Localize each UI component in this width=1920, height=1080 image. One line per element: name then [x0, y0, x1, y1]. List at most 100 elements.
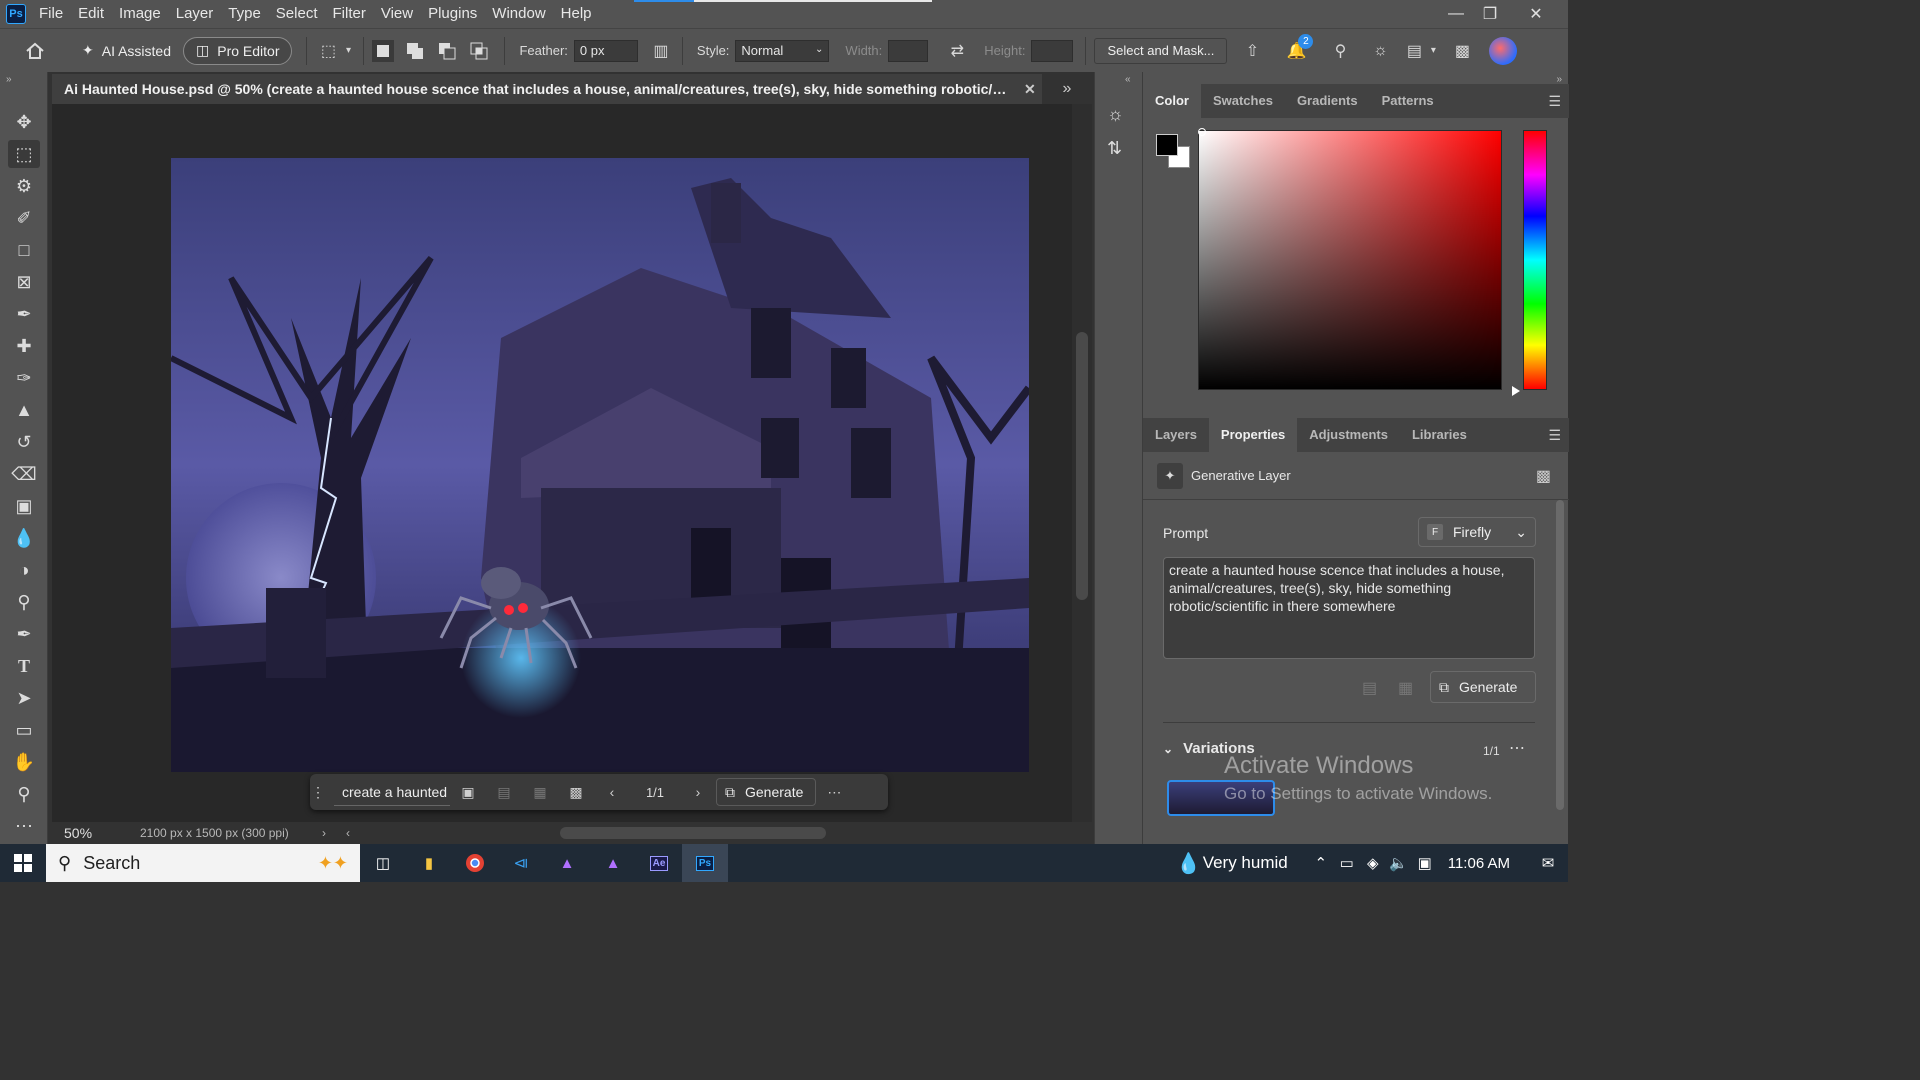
- menu-select[interactable]: Select: [269, 0, 326, 28]
- subtract-selection-icon[interactable]: [436, 40, 458, 62]
- height-input[interactable]: [1031, 39, 1074, 62]
- generate-image-icon[interactable]: ▩: [558, 774, 594, 810]
- firefly-icon[interactable]: ▣: [450, 774, 486, 810]
- app-icon-2[interactable]: ▲: [590, 844, 636, 882]
- crop-tool-icon[interactable]: □: [8, 236, 40, 264]
- foreground-color-swatch[interactable]: [1156, 134, 1178, 156]
- hand-tool-icon[interactable]: ✋: [8, 748, 40, 776]
- tab-properties[interactable]: Properties: [1208, 418, 1298, 452]
- file-explorer-icon[interactable]: ▮: [406, 844, 452, 882]
- menu-image[interactable]: Image: [112, 0, 169, 28]
- lightbulb-icon[interactable]: ☼: [1367, 38, 1393, 64]
- app-icon[interactable]: ▲: [544, 844, 590, 882]
- home-icon[interactable]: [20, 38, 50, 64]
- zoom-level[interactable]: 50%: [64, 825, 140, 841]
- chrome-icon[interactable]: [452, 844, 498, 882]
- vertical-scroll-thumb[interactable]: [1076, 332, 1088, 600]
- chevron-down-icon[interactable]: ▾: [1427, 38, 1439, 64]
- swap-icon[interactable]: ⇄: [944, 38, 970, 64]
- more-tools-icon[interactable]: ⋯: [8, 812, 40, 840]
- tab-libraries[interactable]: Libraries: [1400, 418, 1479, 452]
- prompt-input[interactable]: create a haunted: [334, 778, 450, 806]
- generate-button[interactable]: ⧉ Generate: [1430, 671, 1536, 703]
- style-effects-icon[interactable]: ▦: [522, 774, 558, 810]
- color-picker-marker[interactable]: [1198, 128, 1206, 136]
- close-window-button[interactable]: ✕: [1516, 0, 1556, 28]
- style-select[interactable]: Normal ⌄: [735, 39, 830, 62]
- eraser-tool-icon[interactable]: ⌫: [8, 460, 40, 488]
- generative-icon[interactable]: ▩: [1536, 466, 1551, 486]
- discover-icon[interactable]: ☼: [1107, 104, 1124, 125]
- menu-window[interactable]: Window: [485, 0, 553, 28]
- hue-marker[interactable]: [1512, 386, 1520, 396]
- menu-file[interactable]: File: [32, 0, 71, 28]
- share-icon[interactable]: ⇧: [1239, 38, 1265, 64]
- status-arrow-icon[interactable]: ›: [322, 826, 346, 840]
- type-tool-icon[interactable]: T: [8, 652, 40, 680]
- eyedropper-tool-icon[interactable]: ✒: [8, 300, 40, 328]
- taskbar-search[interactable]: ⚲ Search ✦✦: [46, 844, 360, 882]
- generate-button[interactable]: ⧉ Generate: [716, 778, 817, 806]
- menu-help[interactable]: Help: [554, 0, 600, 28]
- model-select[interactable]: F Firefly ⌄: [1418, 517, 1536, 547]
- vscode-icon[interactable]: ⧏: [498, 844, 544, 882]
- color-field[interactable]: [1198, 130, 1502, 390]
- width-input[interactable]: [888, 39, 929, 62]
- search-icon[interactable]: ⚲: [1327, 38, 1353, 64]
- tab-gradients[interactable]: Gradients: [1285, 84, 1370, 118]
- variations-more-icon[interactable]: ⋯: [1509, 738, 1525, 758]
- battery-icon[interactable]: ▭: [1334, 844, 1360, 882]
- previous-variation-icon[interactable]: ‹: [594, 774, 630, 810]
- notifications-icon[interactable]: 🔔 2: [1283, 33, 1314, 64]
- ai-assisted-toggle[interactable]: ✦ AI Assisted: [70, 37, 183, 65]
- marquee-preset-icon[interactable]: ⬚: [315, 38, 341, 64]
- menu-edit[interactable]: Edit: [71, 0, 112, 28]
- anti-alias-icon[interactable]: ▥: [648, 38, 674, 64]
- avatar[interactable]: [1489, 36, 1518, 65]
- add-selection-icon[interactable]: [404, 40, 426, 62]
- tab-layers[interactable]: Layers: [1143, 418, 1209, 452]
- chevron-down-icon[interactable]: ▾: [341, 38, 355, 64]
- frame-tool-icon[interactable]: ⊠: [8, 268, 40, 296]
- workspace-icon[interactable]: ▤: [1401, 38, 1427, 64]
- gradient-tool-icon[interactable]: ▣: [8, 492, 40, 520]
- rectangular-marquee-tool-icon[interactable]: ⬚: [8, 140, 40, 168]
- style-effects-icon[interactable]: ▦: [1398, 678, 1413, 698]
- dodge-tool-icon[interactable]: ◑: [8, 556, 40, 584]
- horizontal-scroll-thumb[interactable]: [560, 827, 826, 839]
- panel-menu-icon[interactable]: ☰: [1548, 427, 1561, 444]
- task-view-icon[interactable]: ◫: [360, 844, 406, 882]
- collapse-icon[interactable]: «: [1125, 74, 1131, 85]
- panel-scrollbar[interactable]: [1556, 500, 1564, 810]
- hue-slider[interactable]: [1523, 130, 1547, 390]
- tab-adjustments[interactable]: Adjustments: [1297, 418, 1400, 452]
- pro-editor-toggle[interactable]: ◫ Pro Editor: [183, 36, 293, 65]
- tab-patterns[interactable]: Patterns: [1370, 84, 1446, 118]
- menu-type[interactable]: Type: [221, 0, 269, 28]
- next-variation-icon[interactable]: ›: [680, 774, 716, 810]
- object-selection-tool-icon[interactable]: ⚙: [8, 172, 40, 200]
- reference-image-icon[interactable]: ▤: [1362, 678, 1377, 698]
- panel-menu-icon[interactable]: ☰: [1548, 93, 1561, 110]
- wifi-icon[interactable]: ◈: [1360, 844, 1386, 882]
- rectangle-tool-icon[interactable]: ▭: [8, 716, 40, 744]
- blur-tool-icon[interactable]: 💧: [8, 524, 40, 552]
- tab-color[interactable]: Color: [1143, 84, 1201, 118]
- chevron-up-icon[interactable]: ⌃: [1308, 844, 1334, 882]
- history-brush-tool-icon[interactable]: ↺: [8, 428, 40, 456]
- vertical-scrollbar[interactable]: [1072, 104, 1092, 822]
- after-effects-icon[interactable]: Ae: [636, 844, 682, 882]
- brush-tool-icon[interactable]: ✑: [8, 364, 40, 392]
- scroll-left-icon[interactable]: ‹: [346, 826, 350, 840]
- intersect-selection-icon[interactable]: [468, 40, 490, 62]
- close-tab-icon[interactable]: ✕: [1024, 81, 1036, 98]
- collapse-icon[interactable]: »: [6, 74, 12, 85]
- drag-handle-icon[interactable]: ⋮: [310, 774, 326, 810]
- menu-filter[interactable]: Filter: [326, 0, 374, 28]
- canvas-image[interactable]: [171, 158, 1029, 772]
- photoshop-taskbar-icon[interactable]: Ps: [682, 844, 728, 882]
- tab-overflow-icon[interactable]: »: [1042, 74, 1092, 104]
- clock[interactable]: 11:06 AM: [1448, 855, 1510, 872]
- generative-icon[interactable]: ▩: [1449, 38, 1475, 64]
- menu-view[interactable]: View: [374, 0, 421, 28]
